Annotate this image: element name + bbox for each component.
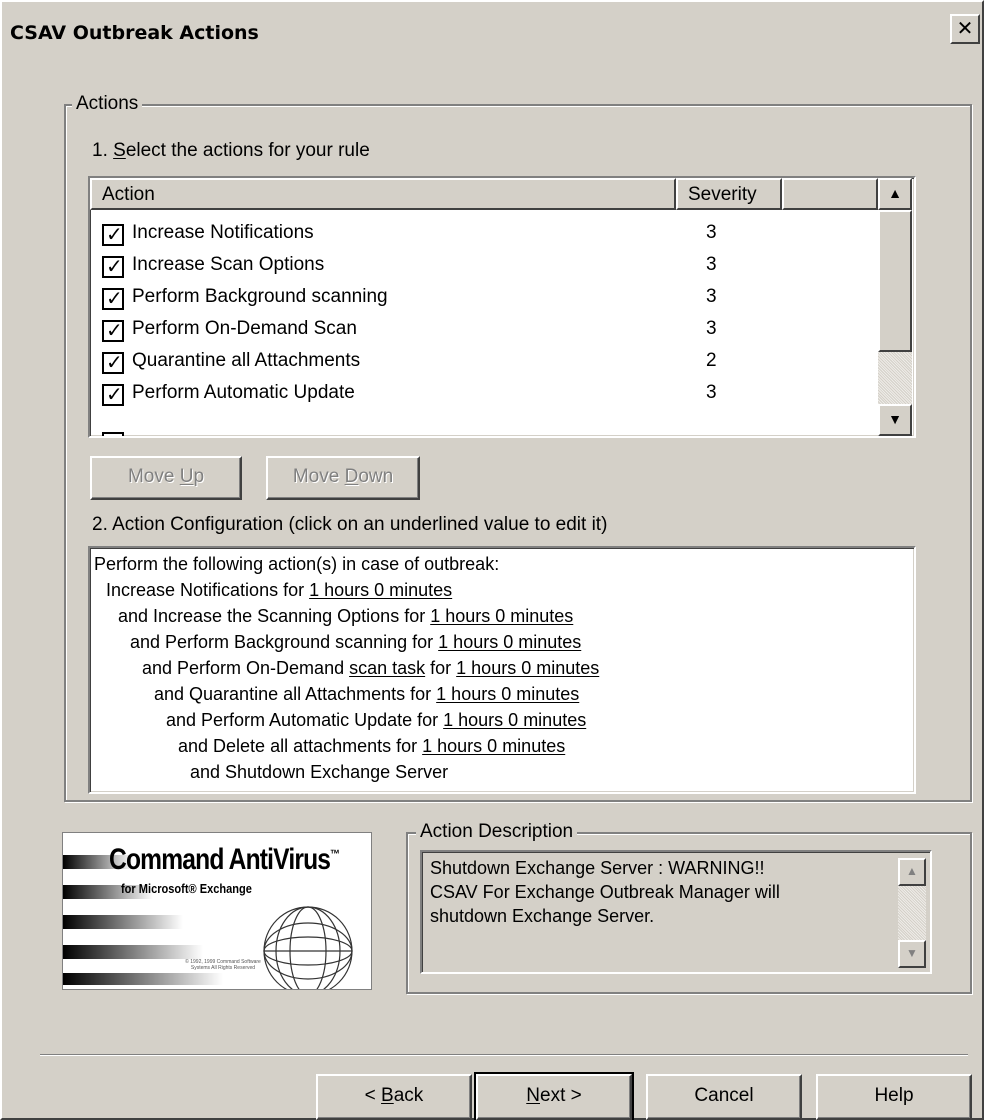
- action-severity: 3: [706, 318, 717, 339]
- editable-value-link[interactable]: 1 hours 0 minutes: [443, 710, 586, 730]
- column-header-action[interactable]: Action: [90, 178, 676, 210]
- checkbox[interactable]: ✓: [102, 320, 124, 342]
- checkbox[interactable]: ✓: [102, 224, 124, 246]
- action-severity: 3: [706, 222, 717, 243]
- description-line-3: shutdown Exchange Server.: [430, 906, 655, 926]
- configuration-text-segment: and Perform On-Demand: [142, 658, 350, 678]
- editable-value-link[interactable]: 1 hours 0 minutes: [430, 606, 573, 626]
- editable-value-link[interactable]: scan task: [349, 658, 425, 678]
- step2-label: 2. Action Configuration (click on an und…: [92, 514, 608, 535]
- step1-label: 1. Select the actions for your rule: [92, 140, 370, 161]
- action-description-legend: Action Description: [416, 821, 578, 843]
- scroll-down-button[interactable]: ▼: [878, 404, 912, 436]
- description-line-1: Shutdown Exchange Server : WARNING!!: [430, 858, 765, 878]
- checkbox[interactable]: ✓: [102, 256, 124, 278]
- description-line-2: CSAV For Exchange Outbreak Manager will: [430, 882, 780, 902]
- logo-brand-text: Command AntiVirus™: [109, 843, 340, 876]
- description-scroll-up-button[interactable]: ▲: [898, 858, 926, 886]
- configuration-line: and Perform Automatic Update for 1 hours…: [166, 710, 586, 731]
- configuration-text-segment: and Perform Automatic Update for: [166, 710, 444, 730]
- list-item[interactable]: ✓ Quarantine all Attachments 2: [102, 348, 872, 380]
- arrow-up-icon: ▲: [888, 185, 902, 201]
- configuration-line: and Increase the Scanning Options for 1 …: [118, 606, 573, 627]
- action-name: Quarantine all Attachments: [132, 350, 361, 371]
- action-name: Increase Scan Options: [132, 254, 325, 275]
- list-item[interactable]: ✓ Increase Notifications 3: [102, 220, 872, 252]
- action-description-box[interactable]: Shutdown Exchange Server : WARNING!! CSA…: [420, 850, 932, 974]
- move-up-button[interactable]: Move Up: [90, 456, 242, 500]
- description-scrollbar[interactable]: ▲ ▼: [898, 858, 926, 968]
- checkmark-icon: ✓: [106, 256, 123, 278]
- column-header-severity[interactable]: Severity: [676, 178, 782, 210]
- list-item[interactable]: ✓ Perform Background scanning 3: [102, 284, 872, 316]
- title-bar: CSAV Outbreak Actions: [6, 12, 980, 56]
- list-item-partial: [102, 428, 872, 436]
- configuration-text-segment: and Quarantine all Attachments for: [154, 684, 437, 704]
- logo-fine-print: © 1992, 1999 Command Software Systems Al…: [185, 959, 261, 971]
- logo-sub-text: for Microsoft® Exchange: [121, 881, 252, 896]
- checkbox[interactable]: ✓: [102, 288, 124, 310]
- checkbox[interactable]: ✓: [102, 384, 124, 406]
- configuration-text-segment: and Delete all attachments for: [178, 736, 423, 756]
- configuration-line: and Shutdown Exchange Server: [190, 762, 448, 783]
- back-button[interactable]: < Back: [316, 1074, 472, 1120]
- configuration-text-segment: Increase Notifications for: [106, 580, 310, 600]
- scroll-up-button[interactable]: ▲: [878, 178, 912, 210]
- checkbox-icon: [102, 432, 124, 436]
- configuration-text-segment: and Perform Background scanning for: [130, 632, 439, 652]
- arrow-up-icon: ▲: [906, 864, 918, 878]
- list-item[interactable]: ✓ Increase Scan Options 3: [102, 252, 872, 284]
- close-icon: ✕: [956, 16, 974, 40]
- checkmark-icon: ✓: [106, 320, 123, 342]
- configuration-text-segment: and Shutdown Exchange Server: [190, 762, 449, 782]
- editable-value-link[interactable]: 1 hours 0 minutes: [309, 580, 452, 600]
- actions-list-scrollbar[interactable]: ▲ ▼: [878, 178, 912, 436]
- arrow-down-icon: ▼: [906, 946, 918, 960]
- action-severity: 2: [706, 350, 717, 371]
- configuration-text-segment: and Increase the Scanning Options for: [118, 606, 431, 626]
- list-item[interactable]: ✓ Perform On-Demand Scan 3: [102, 316, 872, 348]
- next-button[interactable]: Next >: [474, 1072, 634, 1120]
- configuration-line: and Quarantine all Attachments for 1 hou…: [154, 684, 579, 705]
- action-name: Increase Notifications: [132, 222, 314, 243]
- configuration-line: Perform the following action(s) in case …: [94, 554, 499, 575]
- configuration-line: and Perform On-Demand scan task for 1 ho…: [142, 658, 599, 679]
- checkmark-icon: ✓: [106, 288, 123, 310]
- action-severity: 3: [706, 382, 717, 403]
- description-scroll-down-button[interactable]: ▼: [898, 940, 926, 968]
- configuration-text-segment: for: [425, 658, 457, 678]
- move-down-button[interactable]: Move Down: [266, 456, 420, 500]
- action-severity: 3: [706, 286, 717, 307]
- configuration-text-segment: Perform the following action(s) in case …: [94, 554, 500, 574]
- editable-value-link[interactable]: 1 hours 0 minutes: [438, 632, 581, 652]
- editable-value-link[interactable]: 1 hours 0 minutes: [456, 658, 599, 678]
- cancel-button[interactable]: Cancel: [646, 1074, 802, 1120]
- action-name: Perform Background scanning: [132, 286, 388, 307]
- configuration-line: and Delete all attachments for 1 hours 0…: [178, 736, 565, 757]
- column-header-blank: [782, 178, 878, 210]
- help-button[interactable]: Help: [816, 1074, 972, 1120]
- window-title: CSAV Outbreak Actions: [10, 22, 259, 44]
- command-antivirus-logo: Command AntiVirus™ for Microsoft® Exchan…: [62, 832, 372, 990]
- actions-list[interactable]: Action Severity ✓ Increase Notifications 3…: [88, 176, 916, 438]
- action-configuration-box[interactable]: Perform the following action(s) in case …: [88, 546, 916, 794]
- editable-value-link[interactable]: 1 hours 0 minutes: [422, 736, 565, 756]
- action-name: Perform Automatic Update: [132, 382, 355, 403]
- editable-value-link[interactable]: 1 hours 0 minutes: [436, 684, 579, 704]
- action-severity: 3: [706, 254, 717, 275]
- configuration-line: Increase Notifications for 1 hours 0 min…: [106, 580, 452, 601]
- close-button[interactable]: ✕: [950, 14, 980, 44]
- checkmark-icon: ✓: [106, 352, 123, 374]
- actions-group-legend: Actions: [72, 93, 143, 115]
- checkmark-icon: ✓: [106, 224, 123, 246]
- scroll-thumb[interactable]: [878, 210, 912, 352]
- configuration-line: and Perform Background scanning for 1 ho…: [130, 632, 581, 653]
- list-item[interactable]: ✓ Perform Automatic Update 3: [102, 380, 872, 412]
- checkmark-icon: ✓: [106, 384, 123, 406]
- checkbox[interactable]: ✓: [102, 352, 124, 374]
- arrow-down-icon: ▼: [888, 411, 902, 427]
- dialog-window: CSAV Outbreak Actions ✕ Actions 1. Selec…: [0, 0, 984, 1120]
- action-name: Perform On-Demand Scan: [132, 318, 357, 339]
- footer-separator: [40, 1054, 968, 1056]
